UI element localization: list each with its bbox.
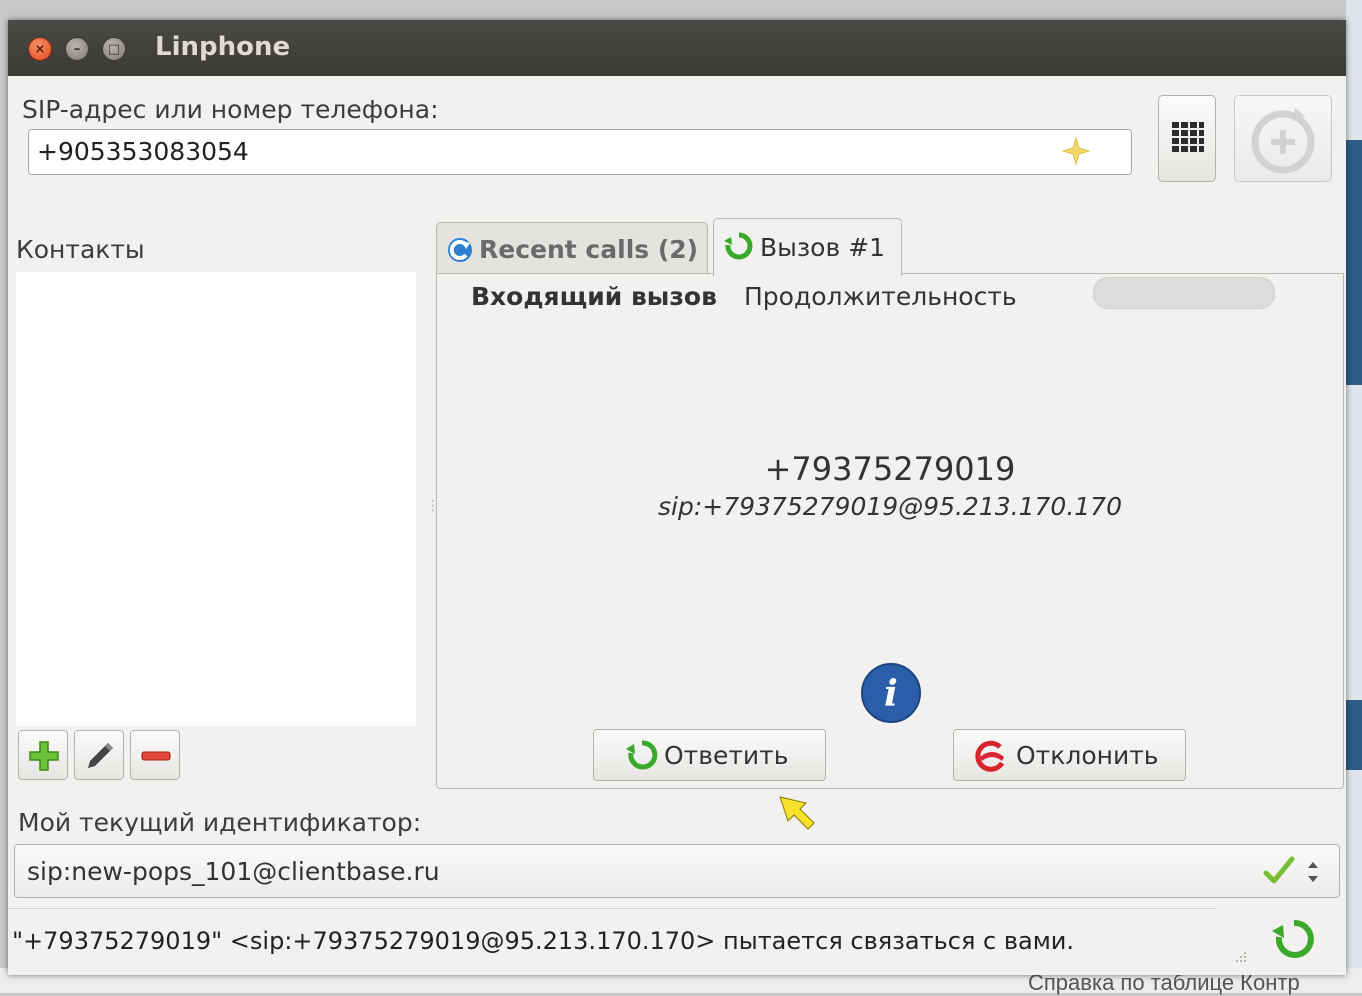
- sparkle-icon[interactable]: [1061, 136, 1091, 166]
- tab-recent-calls[interactable]: Recent calls (2): [436, 222, 708, 274]
- window-title: Linphone: [155, 32, 291, 62]
- duration-label: Продолжительность: [744, 282, 1017, 311]
- tab-recent-calls-label: Recent calls (2): [479, 235, 699, 264]
- resize-grip[interactable]: [1228, 948, 1248, 968]
- sip-address-input[interactable]: +905353083054: [28, 129, 1132, 175]
- pencil-icon: [88, 743, 113, 768]
- answer-icon: [626, 740, 658, 770]
- minus-icon: [141, 751, 171, 761]
- tab-call-1-label: Вызов #1: [760, 233, 886, 262]
- sip-address-label: SIP-адрес или номер телефона:: [22, 95, 439, 124]
- remove-contact-button[interactable]: [130, 730, 180, 780]
- contacts-list[interactable]: [16, 272, 416, 726]
- mouse-cursor: [779, 796, 815, 830]
- call-panel: Входящий вызов Продолжительность +793752…: [436, 273, 1344, 789]
- dialpad-icon: [1172, 122, 1204, 152]
- answer-button-label: Ответить: [664, 741, 789, 770]
- caller-sip-uri: sip:+79375279019@95.213.170.170: [658, 492, 1122, 521]
- linphone-window: × – □ Linphone SIP-адрес или номер телеф…: [8, 20, 1346, 975]
- spin-arrows-icon[interactable]: [1305, 857, 1321, 887]
- caller-number: +79375279019: [764, 450, 1016, 488]
- plus-icon: [29, 741, 59, 771]
- add-call-button[interactable]: [1234, 95, 1332, 182]
- close-button[interactable]: ×: [28, 37, 52, 61]
- decline-icon: [975, 740, 1005, 772]
- svg-text:i: i: [884, 673, 898, 715]
- decline-button[interactable]: Отклонить: [953, 729, 1186, 781]
- tab-call-1[interactable]: Вызов #1: [713, 218, 902, 276]
- duration-progress-bar: [1093, 277, 1275, 309]
- answer-button[interactable]: Ответить: [593, 729, 826, 781]
- identity-value: sip:new-pops_101@clientbase.ru: [27, 857, 440, 886]
- background-panel: [1346, 140, 1362, 385]
- background-panel: [1346, 700, 1362, 770]
- maximize-icon: □: [107, 41, 121, 57]
- contacts-label: Контакты: [16, 235, 145, 264]
- divider: [8, 908, 1216, 909]
- identity-label: Мой текущий идентификатор:: [18, 808, 422, 837]
- call-state-label: Входящий вызов: [471, 282, 717, 311]
- decline-button-label: Отклонить: [1016, 741, 1159, 770]
- checkmark-icon: [1263, 856, 1295, 884]
- add-contact-button[interactable]: [18, 730, 68, 780]
- background-window-edge: [1346, 0, 1362, 993]
- minimize-icon: –: [73, 41, 81, 57]
- edit-contact-button[interactable]: [74, 730, 124, 780]
- minimize-button[interactable]: –: [65, 37, 89, 61]
- info-icon[interactable]: i: [860, 662, 922, 724]
- identity-select[interactable]: sip:new-pops_101@clientbase.ru: [14, 844, 1340, 898]
- status-message: "+79375279019" <sip:+79375279019@95.213.…: [12, 927, 1075, 955]
- call-status-icon: [1272, 919, 1314, 958]
- close-icon: ×: [34, 41, 46, 57]
- add-call-icon: [1251, 108, 1315, 174]
- maximize-button[interactable]: □: [102, 37, 126, 61]
- dialpad-button[interactable]: [1158, 95, 1216, 182]
- call-green-icon: [724, 232, 753, 260]
- refresh-icon: [448, 238, 472, 262]
- sip-address-value: +905353083054: [37, 137, 249, 166]
- title-bar[interactable]: × – □ Linphone: [8, 20, 1346, 76]
